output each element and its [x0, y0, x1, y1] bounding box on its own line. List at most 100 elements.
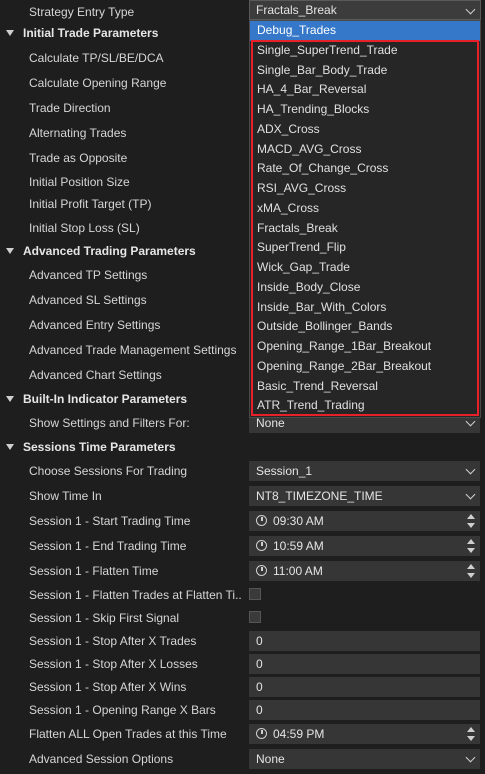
- property-label: Initial Stop Loss (SL): [29, 221, 140, 235]
- property-label: Show Settings and Filters For:: [29, 416, 190, 430]
- collapse-triangle-icon[interactable]: [6, 444, 14, 450]
- property-label: Initial Profit Target (TP): [29, 197, 152, 211]
- property-row-stop-trades: Session 1 - Stop After X Trades 0: [0, 629, 485, 653]
- show-time-select[interactable]: NT8_TIMEZONE_TIME: [249, 486, 480, 506]
- dropdown-option[interactable]: HA_Trending_Blocks: [250, 100, 480, 120]
- dropdown-option[interactable]: Debug_Trades: [250, 21, 480, 41]
- opening-range-input[interactable]: 0: [249, 700, 480, 720]
- spinner[interactable]: [467, 563, 475, 579]
- property-row-opening-range: Session 1 - Opening Range X Bars 0: [0, 698, 485, 722]
- property-row-stop-wins: Session 1 - Stop After X Wins 0: [0, 675, 485, 699]
- spin-up-icon[interactable]: [467, 727, 475, 732]
- advanced-session-select[interactable]: None: [249, 749, 480, 769]
- dropdown-option[interactable]: Basic_Trend_Reversal: [250, 377, 480, 397]
- property-label: Advanced Entry Settings: [29, 318, 161, 332]
- spin-up-icon[interactable]: [467, 514, 475, 519]
- choose-sessions-select[interactable]: Session_1: [249, 461, 480, 481]
- dropdown-option[interactable]: HA_4_Bar_Reversal: [250, 80, 480, 100]
- property-label: Choose Sessions For Trading: [29, 464, 188, 478]
- property-label: Advanced SL Settings: [29, 293, 147, 307]
- category-sessions-time[interactable]: Sessions Time Parameters: [0, 435, 485, 459]
- dropdown-option[interactable]: xMA_Cross: [250, 199, 480, 219]
- property-label: Session 1 - Skip First Signal: [29, 611, 180, 625]
- chevron-down-icon: [465, 752, 476, 763]
- property-label: Session 1 - Stop After X Wins: [29, 680, 187, 694]
- property-row-skip-first: Session 1 - Skip First Signal: [0, 606, 485, 630]
- strategy-entry-dropdown-list: Debug_Trades Single_SuperTrend_Trade Sin…: [249, 20, 481, 418]
- flatten-trades-checkbox[interactable]: [249, 588, 261, 600]
- property-label: Flatten ALL Open Trades at this Time: [29, 727, 227, 741]
- dropdown-option[interactable]: Opening_Range_1Bar_Breakout: [250, 337, 480, 357]
- property-row-flatten-trades: Session 1 - Flatten Trades at Flatten Ti…: [0, 583, 485, 607]
- property-row-end-time: Session 1 - End Trading Time 10:59 AM: [0, 534, 485, 558]
- property-label: Trade as Opposite: [29, 151, 128, 165]
- category-title: Advanced Trading Parameters: [23, 244, 196, 258]
- property-row-flatten-all: Flatten ALL Open Trades at this Time 04:…: [0, 722, 485, 746]
- dropdown-option[interactable]: Single_SuperTrend_Trade: [250, 41, 480, 61]
- dropdown-option[interactable]: MACD_AVG_Cross: [250, 140, 480, 160]
- property-row-start-time: Session 1 - Start Trading Time 09:30 AM: [0, 509, 485, 533]
- spin-up-icon[interactable]: [467, 564, 475, 569]
- dropdown-option[interactable]: Fractals_Break: [250, 219, 480, 239]
- dropdown-option[interactable]: Inside_Bar_With_Colors: [250, 298, 480, 318]
- strategy-entry-select[interactable]: Fractals_Break: [249, 0, 481, 20]
- collapse-triangle-icon[interactable]: [6, 396, 14, 402]
- dropdown-option[interactable]: RSI_AVG_Cross: [250, 179, 480, 199]
- property-label: Alternating Trades: [29, 126, 127, 140]
- skip-first-checkbox[interactable]: [249, 611, 261, 623]
- spinner[interactable]: [467, 726, 475, 742]
- stop-trades-input[interactable]: 0: [249, 631, 480, 651]
- property-label: Session 1 - Opening Range X Bars: [29, 703, 216, 717]
- flatten-time-input[interactable]: 11:00 AM: [249, 561, 480, 581]
- spin-down-icon[interactable]: [467, 573, 475, 578]
- time-value: 10:59 AM: [273, 539, 324, 553]
- property-row-flatten-time: Session 1 - Flatten Time 11:00 AM: [0, 559, 485, 583]
- property-row-show-time: Show Time In NT8_TIMEZONE_TIME: [0, 484, 485, 508]
- dropdown-option[interactable]: Opening_Range_2Bar_Breakout: [250, 357, 480, 377]
- spin-up-icon[interactable]: [467, 539, 475, 544]
- spinner[interactable]: [467, 538, 475, 554]
- property-row-stop-losses: Session 1 - Stop After X Losses 0: [0, 652, 485, 676]
- start-time-input[interactable]: 09:30 AM: [249, 511, 480, 531]
- chevron-down-icon: [465, 464, 476, 475]
- chevron-down-icon: [465, 416, 476, 427]
- spin-down-icon[interactable]: [467, 548, 475, 553]
- collapse-triangle-icon[interactable]: [6, 248, 14, 254]
- dropdown-option[interactable]: Outside_Bollinger_Bands: [250, 317, 480, 337]
- spin-down-icon[interactable]: [467, 523, 475, 528]
- property-label: Trade Direction: [29, 101, 111, 115]
- dropdown-option[interactable]: Inside_Body_Close: [250, 278, 480, 298]
- spinner[interactable]: [467, 513, 475, 529]
- dropdown-option[interactable]: ATR_Trend_Trading: [250, 396, 480, 416]
- clock-icon: [256, 728, 267, 739]
- select-value: NT8_TIMEZONE_TIME: [256, 489, 383, 503]
- stop-wins-input[interactable]: 0: [249, 677, 480, 697]
- select-value: Session_1: [256, 464, 313, 478]
- spin-down-icon[interactable]: [467, 736, 475, 741]
- dropdown-option[interactable]: SuperTrend_Flip: [250, 238, 480, 258]
- collapse-triangle-icon[interactable]: [6, 30, 14, 36]
- dropdown-option[interactable]: ADX_Cross: [250, 120, 480, 140]
- property-row-advanced-session: Advanced Session Options None: [0, 747, 485, 771]
- property-label: Initial Position Size: [29, 175, 130, 189]
- dropdown-option[interactable]: Wick_Gap_Trade: [250, 258, 480, 278]
- stop-losses-input[interactable]: 0: [249, 654, 480, 674]
- dropdown-option[interactable]: Rate_Of_Change_Cross: [250, 159, 480, 179]
- strategy-entry-value: Fractals_Break: [256, 3, 337, 17]
- select-value: None: [256, 752, 285, 766]
- select-value: None: [256, 416, 285, 430]
- input-value: 0: [256, 703, 263, 717]
- end-time-input[interactable]: 10:59 AM: [249, 536, 480, 556]
- property-label: Session 1 - End Trading Time: [29, 539, 187, 553]
- property-label: Advanced Session Options: [29, 752, 174, 766]
- property-label: Session 1 - Stop After X Losses: [29, 657, 198, 671]
- property-row-choose-sessions: Choose Sessions For Trading Session_1: [0, 459, 485, 483]
- clock-icon: [256, 515, 267, 526]
- flatten-all-time-input[interactable]: 04:59 PM: [249, 724, 480, 744]
- category-title: Built-In Indicator Parameters: [23, 392, 188, 406]
- property-label: Show Time In: [29, 489, 102, 503]
- dropdown-option[interactable]: Single_Bar_Body_Trade: [250, 61, 480, 81]
- property-label: Session 1 - Start Trading Time: [29, 514, 191, 528]
- input-value: 0: [256, 634, 263, 648]
- time-value: 11:00 AM: [273, 564, 323, 578]
